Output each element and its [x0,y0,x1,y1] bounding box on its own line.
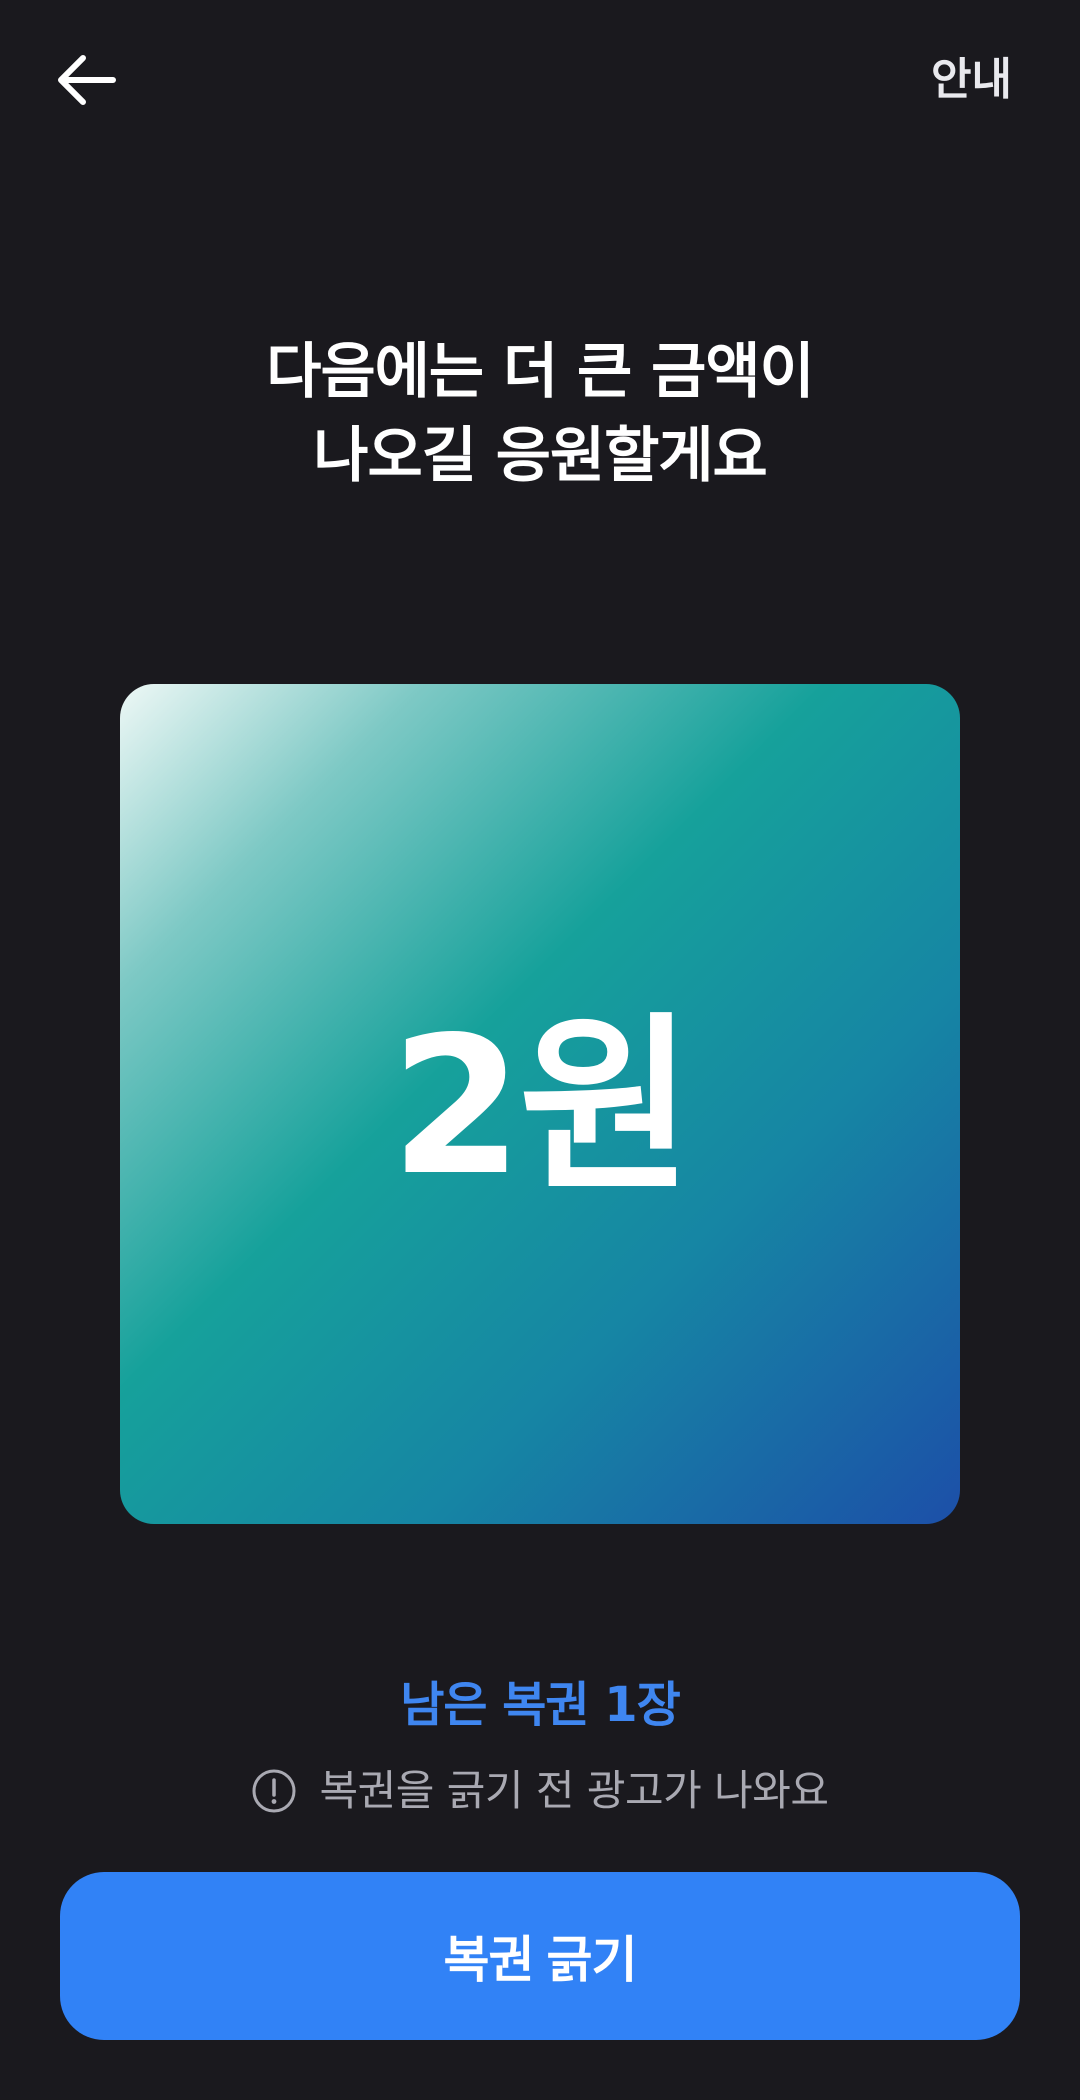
headline-line-1: 다음에는 더 큰 금액이 [266,337,814,407]
ad-notice-text: 복권을 긁기 전 광고가 나와요 [319,1766,829,1815]
arrow-left-icon [53,52,117,108]
prize-card: 2원 [120,684,960,1524]
result-headline: 다음에는 더 큰 금액이 나오길 응원할게요 [0,330,1080,498]
headline-line-2: 나오길 응원할게요 [313,421,768,491]
guide-link[interactable]: 안내 [931,50,1012,110]
remaining-tickets-label: 남은 복권 1장 [400,1677,681,1733]
lottery-result-screen: 안내 다음에는 더 큰 금액이 나오길 응원할게요 2원 남은 복권 1장 복권… [0,0,1080,2100]
prize-amount: 2원 [390,996,693,1217]
back-button[interactable] [40,40,130,120]
ad-notice: 복권을 긁기 전 광고가 나와요 [0,1762,1080,1820]
scratch-ticket-button-label: 복권 긁기 [443,1932,638,1988]
exclamation-circle-icon [251,1768,297,1814]
scratch-ticket-button[interactable]: 복권 긁기 [60,1872,1020,2040]
